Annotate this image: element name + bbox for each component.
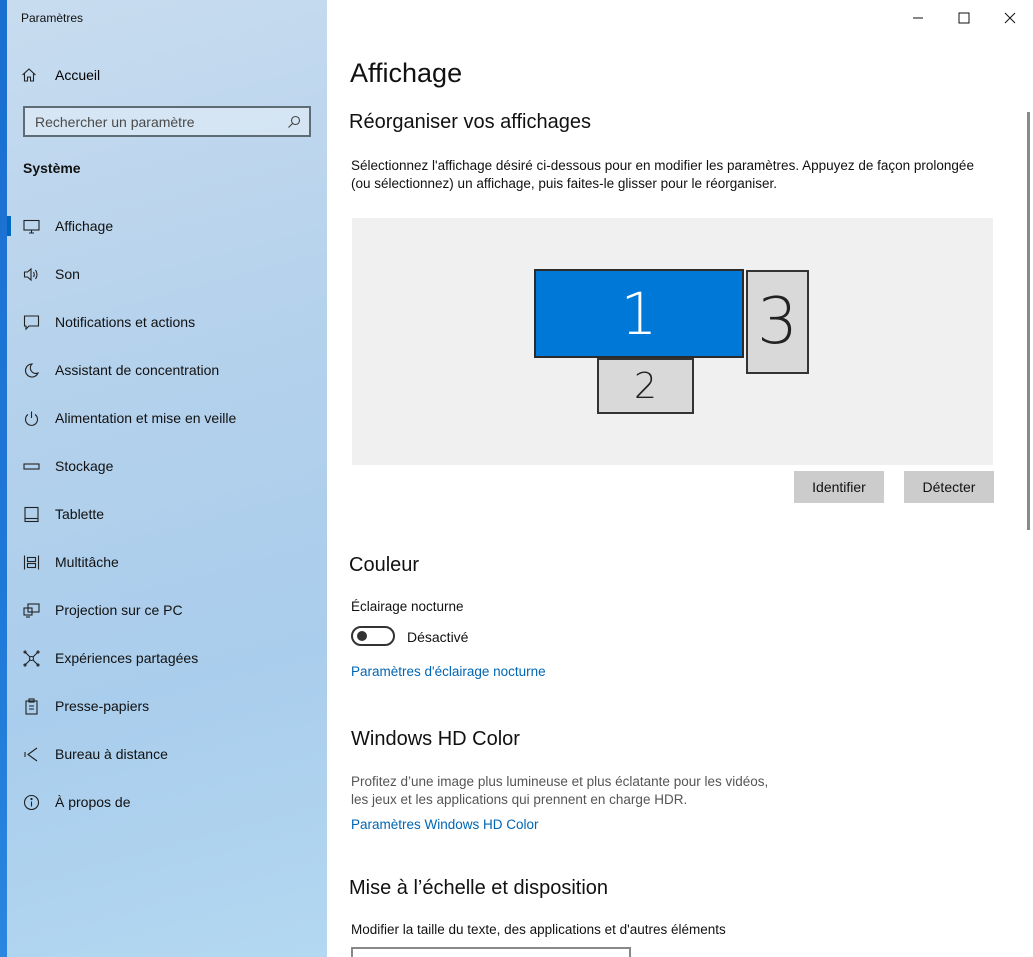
sidebar-item-label: Multitâche bbox=[55, 554, 119, 570]
monitor-2[interactable]: 2 bbox=[597, 358, 694, 414]
hdr-description-line2: les jeux et les applications qui prennen… bbox=[351, 792, 688, 807]
sidebar-item-multitache[interactable]: Multitâche bbox=[7, 538, 327, 586]
search-icon bbox=[288, 115, 301, 128]
sidebar-item-label: Projection sur ce PC bbox=[55, 602, 183, 618]
settings-window: Paramètres Accueil Rechercher un paramèt… bbox=[0, 0, 1033, 957]
search-placeholder: Rechercher un paramètre bbox=[35, 113, 195, 130]
minimize-icon bbox=[913, 17, 923, 19]
home-link[interactable]: Accueil bbox=[21, 64, 100, 86]
sidebar-item-a-propos[interactable]: À propos de bbox=[7, 778, 327, 826]
sidebar-item-affichage[interactable]: Affichage bbox=[7, 202, 327, 250]
arrange-heading: Réorganiser vos affichages bbox=[349, 111, 591, 133]
close-icon bbox=[1004, 12, 1016, 24]
scale-description: Modifier la taille du texte, des applica… bbox=[351, 922, 726, 937]
multitask-icon bbox=[23, 555, 39, 569]
hdr-settings-link[interactable]: Paramètres Windows HD Color bbox=[351, 817, 539, 832]
sidebar-item-projection[interactable]: Projection sur ce PC bbox=[7, 586, 327, 634]
page-title: Affichage bbox=[350, 58, 463, 88]
sidebar-item-experiences[interactable]: Expériences partagées bbox=[7, 634, 327, 682]
night-light-settings-link[interactable]: Paramètres d'éclairage nocturne bbox=[351, 664, 546, 679]
scale-heading: Mise à l’échelle et disposition bbox=[349, 877, 609, 899]
color-heading: Couleur bbox=[349, 554, 420, 576]
sidebar-nav: Affichage Son Notifications et actions A… bbox=[7, 202, 327, 826]
detect-button[interactable]: Détecter bbox=[904, 471, 994, 503]
sidebar-item-label: Tablette bbox=[55, 506, 105, 522]
night-light-label: Éclairage nocturne bbox=[351, 599, 464, 614]
storage-icon bbox=[22, 462, 40, 470]
display-arrangement-area: 1 2 3 bbox=[352, 218, 993, 465]
identify-button[interactable]: Identifier bbox=[794, 471, 884, 503]
desktop-edge bbox=[0, 0, 7, 957]
sidebar: Paramètres Accueil Rechercher un paramèt… bbox=[7, 0, 327, 957]
sidebar-item-son[interactable]: Son bbox=[7, 250, 327, 298]
sidebar-item-notifications[interactable]: Notifications et actions bbox=[7, 298, 327, 346]
monitor-1[interactable]: 1 bbox=[534, 269, 744, 358]
clipboard-icon bbox=[24, 697, 38, 715]
maximize-button[interactable] bbox=[941, 0, 987, 36]
home-icon bbox=[22, 68, 36, 82]
home-label: Accueil bbox=[55, 67, 101, 83]
sidebar-item-label: Stockage bbox=[55, 458, 114, 474]
sidebar-item-concentration[interactable]: Assistant de concentration bbox=[7, 346, 327, 394]
search-input[interactable]: Rechercher un paramètre bbox=[23, 106, 311, 137]
sidebar-item-tablette[interactable]: Tablette bbox=[7, 490, 327, 538]
content-pane: Affichage Réorganiser vos affichages Sél… bbox=[327, 0, 1033, 957]
sidebar-item-alimentation[interactable]: Alimentation et mise en veille bbox=[7, 394, 327, 442]
remote-icon bbox=[23, 747, 37, 761]
sidebar-item-label: Bureau à distance bbox=[55, 746, 168, 762]
close-button[interactable] bbox=[987, 0, 1033, 36]
scrollbar[interactable] bbox=[1027, 112, 1030, 530]
shared-icon bbox=[22, 649, 40, 667]
maximize-icon bbox=[958, 12, 970, 24]
toggle-state-label: Désactivé bbox=[407, 629, 469, 645]
window-controls bbox=[895, 0, 1033, 36]
moon-icon bbox=[24, 362, 39, 378]
monitor-3[interactable]: 3 bbox=[746, 270, 809, 374]
arrange-description-line2: (ou sélectionnez) un affichage, puis fai… bbox=[351, 176, 777, 191]
scale-dropdown[interactable] bbox=[351, 947, 631, 957]
sidebar-item-label: Alimentation et mise en veille bbox=[55, 410, 237, 426]
section-label: Système bbox=[23, 160, 81, 176]
arrange-description-line1: Sélectionnez l'affichage désiré ci-desso… bbox=[351, 158, 974, 173]
info-icon bbox=[23, 794, 39, 810]
sidebar-item-label: Son bbox=[55, 266, 80, 282]
tablet-icon bbox=[23, 506, 39, 522]
sidebar-item-label: Expériences partagées bbox=[55, 650, 199, 666]
night-light-toggle[interactable] bbox=[351, 626, 395, 646]
sidebar-item-stockage[interactable]: Stockage bbox=[7, 442, 327, 490]
speaker-icon bbox=[23, 267, 38, 281]
hdr-description-line1: Profitez d’une image plus lumineuse et p… bbox=[351, 774, 769, 789]
minimize-button[interactable] bbox=[895, 0, 941, 36]
sidebar-item-label: Assistant de concentration bbox=[55, 362, 220, 378]
sidebar-item-label: À propos de bbox=[55, 794, 131, 810]
notification-icon bbox=[23, 314, 39, 330]
power-icon bbox=[24, 411, 38, 426]
sidebar-item-presse-papiers[interactable]: Presse-papiers bbox=[7, 682, 327, 730]
monitor-icon bbox=[22, 219, 40, 234]
window-title: Paramètres bbox=[21, 11, 84, 25]
sidebar-item-label: Affichage bbox=[55, 218, 114, 234]
sidebar-item-bureau-distance[interactable]: Bureau à distance bbox=[7, 730, 327, 778]
sidebar-item-label: Presse-papiers bbox=[55, 698, 150, 714]
hdr-heading: Windows HD Color bbox=[351, 728, 520, 750]
toggle-knob bbox=[357, 631, 367, 641]
projection-icon bbox=[22, 602, 40, 618]
sidebar-item-label: Notifications et actions bbox=[55, 314, 196, 330]
